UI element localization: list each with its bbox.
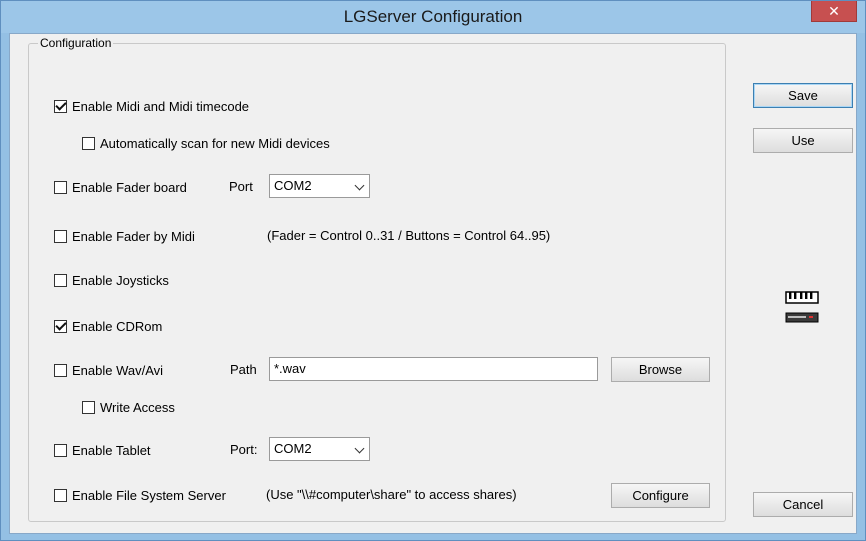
fader-midi-checkbox[interactable] xyxy=(54,229,67,243)
joysticks-option[interactable]: Enable Joysticks xyxy=(54,270,169,290)
autoscan-label[interactable]: Automatically scan for new Midi devices xyxy=(100,136,330,151)
joysticks-checkbox[interactable] xyxy=(54,273,67,287)
midi-keyboard-icon xyxy=(785,291,819,323)
fader-board-label[interactable]: Enable Fader board xyxy=(72,180,187,195)
midi-label[interactable]: Enable Midi and Midi timecode xyxy=(72,99,249,114)
write-access-label[interactable]: Write Access xyxy=(100,400,175,415)
wav-checkbox[interactable] xyxy=(54,363,67,377)
fs-server-option[interactable]: Enable File System Server xyxy=(54,485,226,505)
fs-server-label[interactable]: Enable File System Server xyxy=(72,488,226,503)
tablet-port-value: COM2 xyxy=(274,441,312,456)
close-button[interactable]: ✕ xyxy=(811,1,857,22)
tablet-label[interactable]: Enable Tablet xyxy=(72,443,151,458)
fader-midi-label[interactable]: Enable Fader by Midi xyxy=(72,229,195,244)
fader-midi-note: (Fader = Control 0..31 / Buttons = Contr… xyxy=(267,228,551,243)
window-title: LGServer Configuration xyxy=(343,7,523,26)
cdrom-checkbox[interactable] xyxy=(54,319,67,333)
fader-port-value: COM2 xyxy=(274,178,312,193)
autoscan-checkbox[interactable] xyxy=(82,136,95,150)
close-icon[interactable]: ✕ xyxy=(828,3,840,19)
autoscan-option[interactable]: Automatically scan for new Midi devices xyxy=(82,133,330,153)
fader-board-checkbox[interactable] xyxy=(54,180,67,194)
wav-path-input[interactable]: *.wav xyxy=(269,357,598,381)
tablet-port-label: Port: xyxy=(230,442,258,457)
use-button[interactable]: Use xyxy=(753,128,853,153)
fader-board-option[interactable]: Enable Fader board xyxy=(54,177,187,197)
wav-path-label: Path xyxy=(230,362,257,377)
cancel-button[interactable]: Cancel xyxy=(753,492,853,517)
write-access-option[interactable]: Write Access xyxy=(82,397,175,417)
fs-server-checkbox[interactable] xyxy=(54,488,67,502)
fader-port-select[interactable]: COM2 xyxy=(269,174,370,198)
chevron-down-icon[interactable] xyxy=(354,180,365,191)
cdrom-label[interactable]: Enable CDRom xyxy=(72,319,162,334)
cdrom-option[interactable]: Enable CDRom xyxy=(54,316,162,336)
write-access-checkbox[interactable] xyxy=(82,400,95,414)
fader-port-label: Port xyxy=(229,179,253,194)
group-label: Configuration xyxy=(38,36,114,50)
wav-option[interactable]: Enable Wav/Avi xyxy=(54,360,163,380)
dialog-window: LGServer Configuration ✕ Configuration E… xyxy=(0,0,866,541)
browse-button[interactable]: Browse xyxy=(611,357,710,382)
save-button[interactable]: Save xyxy=(753,83,853,108)
chevron-down-icon[interactable] xyxy=(354,443,365,454)
tablet-option[interactable]: Enable Tablet xyxy=(54,440,151,460)
joysticks-label[interactable]: Enable Joysticks xyxy=(72,273,169,288)
title-bar[interactable]: LGServer Configuration ✕ xyxy=(1,1,865,33)
midi-option[interactable]: Enable Midi and Midi timecode xyxy=(54,96,249,116)
wav-label[interactable]: Enable Wav/Avi xyxy=(72,363,163,378)
midi-checkbox[interactable] xyxy=(54,99,67,113)
tablet-port-select[interactable]: COM2 xyxy=(269,437,370,461)
tablet-checkbox[interactable] xyxy=(54,443,67,457)
fs-server-note: (Use "\\#computer\share" to access share… xyxy=(266,487,517,502)
fader-midi-option[interactable]: Enable Fader by Midi xyxy=(54,226,195,246)
configure-button[interactable]: Configure xyxy=(611,483,710,508)
